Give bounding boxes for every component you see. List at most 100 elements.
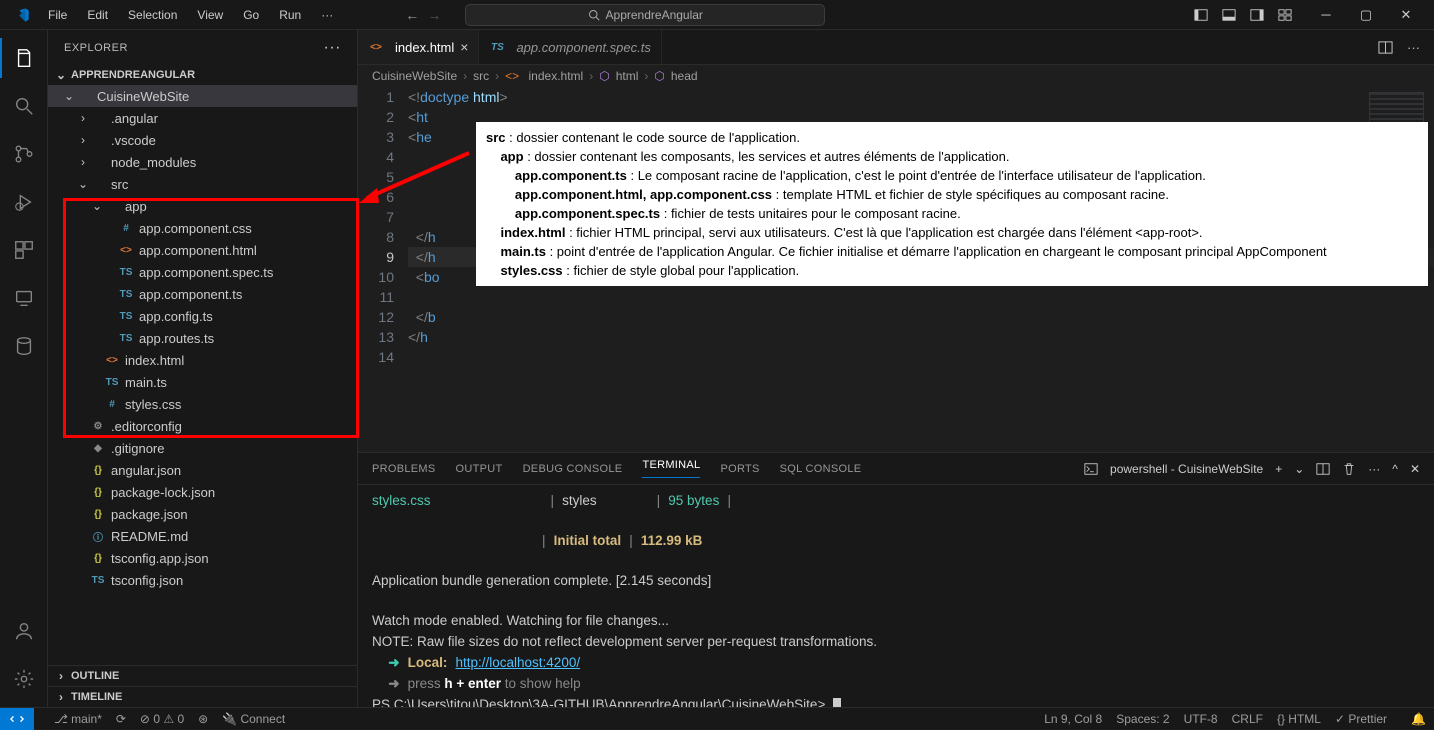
panel-tab-ports[interactable]: PORTS [720,463,759,475]
status-bar: ⎇ main* ⟳ ⊘ 0 ⚠ 0 ⊛ 🔌 Connect Ln 9, Col … [0,707,1434,729]
status-prettier[interactable]: ✓ Prettier [1335,712,1387,726]
status-connect[interactable]: 🔌 Connect [222,712,285,726]
tree-item[interactable]: TSapp.component.spec.ts [48,261,357,283]
status-encoding[interactable]: UTF-8 [1184,712,1218,726]
status-language[interactable]: {} HTML [1277,712,1321,726]
layout-sidebar-right-icon[interactable] [1250,8,1264,22]
timeline-section[interactable]: ›TIMELINE [48,686,357,707]
tree-item[interactable]: ⌄app [48,195,357,217]
tree-item[interactable]: {}angular.json [48,459,357,481]
panel-tab-problems[interactable]: PROBLEMS [372,463,436,475]
tree-item[interactable]: #styles.css [48,393,357,415]
search-icon [588,9,600,21]
panel-tab-sql[interactable]: SQL CONSOLE [780,463,862,475]
search-label: ApprendreAngular [606,8,703,22]
activity-extensions[interactable] [0,230,48,270]
nav-back-icon[interactable]: ← [405,7,419,23]
menu-file[interactable]: File [40,4,75,26]
activity-db[interactable] [0,326,48,366]
menu-edit[interactable]: Edit [79,4,116,26]
tree-item[interactable]: ⌄src [48,173,357,195]
tree-item[interactable]: ›.vscode [48,129,357,151]
activity-explorer[interactable] [0,38,48,78]
activity-scm[interactable] [0,134,48,174]
sidebar-more-icon[interactable]: ··· [324,39,341,57]
panel-tab-output[interactable]: OUTPUT [456,463,503,475]
menu-go[interactable]: Go [235,4,267,26]
layout-customize-icon[interactable] [1278,8,1292,22]
tree-item[interactable]: <>app.component.html [48,239,357,261]
status-sync[interactable]: ⟳ [116,712,126,726]
file-icon: <> [104,352,120,368]
terminal-new-icon[interactable]: + [1275,462,1282,476]
activity-search[interactable] [0,86,48,126]
tree-item[interactable]: TSmain.ts [48,371,357,393]
activity-settings[interactable] [0,659,48,699]
file-icon: ⓘ [90,528,106,544]
outline-section[interactable]: ›OUTLINE [48,665,357,686]
tree-item[interactable]: ⌄CuisineWebSite [48,85,357,107]
panel-close-icon[interactable]: ✕ [1410,462,1420,476]
tree-item[interactable]: {}package-lock.json [48,481,357,503]
tree-item-label: src [111,177,128,192]
activity-account[interactable] [0,611,48,651]
terminal-output[interactable]: styles.css| styles| 95 bytes | | Initial… [358,485,1434,707]
panel-maximize-icon[interactable]: ^ [1392,462,1398,476]
status-problems[interactable]: ⊘ 0 ⚠ 0 [140,712,184,726]
status-spaces[interactable]: Spaces: 2 [1116,712,1169,726]
terminal-dropdown-icon[interactable]: ⌄ [1294,462,1304,476]
menu-run[interactable]: Run [271,4,309,26]
panel-more-icon[interactable]: ··· [1368,462,1380,476]
tree-item[interactable]: ›node_modules [48,151,357,173]
tab-more-icon[interactable]: ··· [1407,40,1420,55]
tree-item[interactable]: TSapp.component.ts [48,283,357,305]
breadcrumb[interactable]: CuisineWebSite› src› <> index.html› ⬡htm… [358,65,1434,87]
tree-item[interactable]: {}tsconfig.app.json [48,547,357,569]
window-minimize-icon[interactable]: ─ [1306,0,1346,30]
activity-remote[interactable] [0,278,48,318]
window-close-icon[interactable]: ✕ [1386,0,1426,30]
editor-tab[interactable]: <>index.html× [358,30,479,64]
remote-indicator[interactable] [0,708,34,730]
file-icon: TS [90,572,106,588]
tree-item[interactable]: ◆.gitignore [48,437,357,459]
status-bell-icon[interactable]: 🔔 [1411,712,1426,726]
tree-item[interactable]: TStsconfig.json [48,569,357,591]
window-maximize-icon[interactable]: ▢ [1346,0,1386,30]
tree-item-label: .editorconfig [111,419,182,434]
explorer-root[interactable]: ⌄APPRENDREANGULAR [48,65,357,85]
tree-item-label: styles.css [125,397,181,412]
menu-more[interactable]: ··· [313,4,341,26]
tree-item[interactable]: ⚙ .editorconfig [48,415,357,437]
status-radio-icon[interactable]: ⊛ [198,712,208,726]
tab-close-icon[interactable]: × [460,39,468,55]
terminal-profile-label[interactable]: powershell - CuisineWebSite [1110,462,1263,476]
activity-debug[interactable] [0,182,48,222]
tree-item[interactable]: ›.angular [48,107,357,129]
tree-item[interactable]: TSapp.config.ts [48,305,357,327]
tree-item[interactable]: #app.component.css [48,217,357,239]
tree-item[interactable]: TSapp.routes.ts [48,327,357,349]
layout-sidebar-left-icon[interactable] [1194,8,1208,22]
status-position[interactable]: Ln 9, Col 8 [1044,712,1102,726]
tree-item[interactable]: {}package.json [48,503,357,525]
file-icon: <> [368,39,384,55]
file-icon: ⚙ [90,418,106,434]
menu-selection[interactable]: Selection [120,4,185,26]
panel-tab-terminal[interactable]: TERMINAL [642,459,700,478]
terminal-trash-icon[interactable] [1342,462,1356,476]
split-editor-icon[interactable] [1378,40,1393,55]
tree-item[interactable]: ⓘREADME.md [48,525,357,547]
menu-view[interactable]: View [189,4,231,26]
command-center[interactable]: ApprendreAngular [465,4,825,26]
layout-panel-icon[interactable] [1222,8,1236,22]
file-icon: TS [489,39,505,55]
nav-forward-icon[interactable]: → [427,7,441,23]
status-eol[interactable]: CRLF [1232,712,1263,726]
tree-item-label: app.config.ts [139,309,213,324]
editor-tab[interactable]: TSapp.component.spec.ts [479,30,661,64]
tree-item[interactable]: <>index.html [48,349,357,371]
panel-tab-debug[interactable]: DEBUG CONSOLE [523,463,623,475]
terminal-split-icon[interactable] [1316,462,1330,476]
status-branch[interactable]: ⎇ main* [54,712,102,726]
